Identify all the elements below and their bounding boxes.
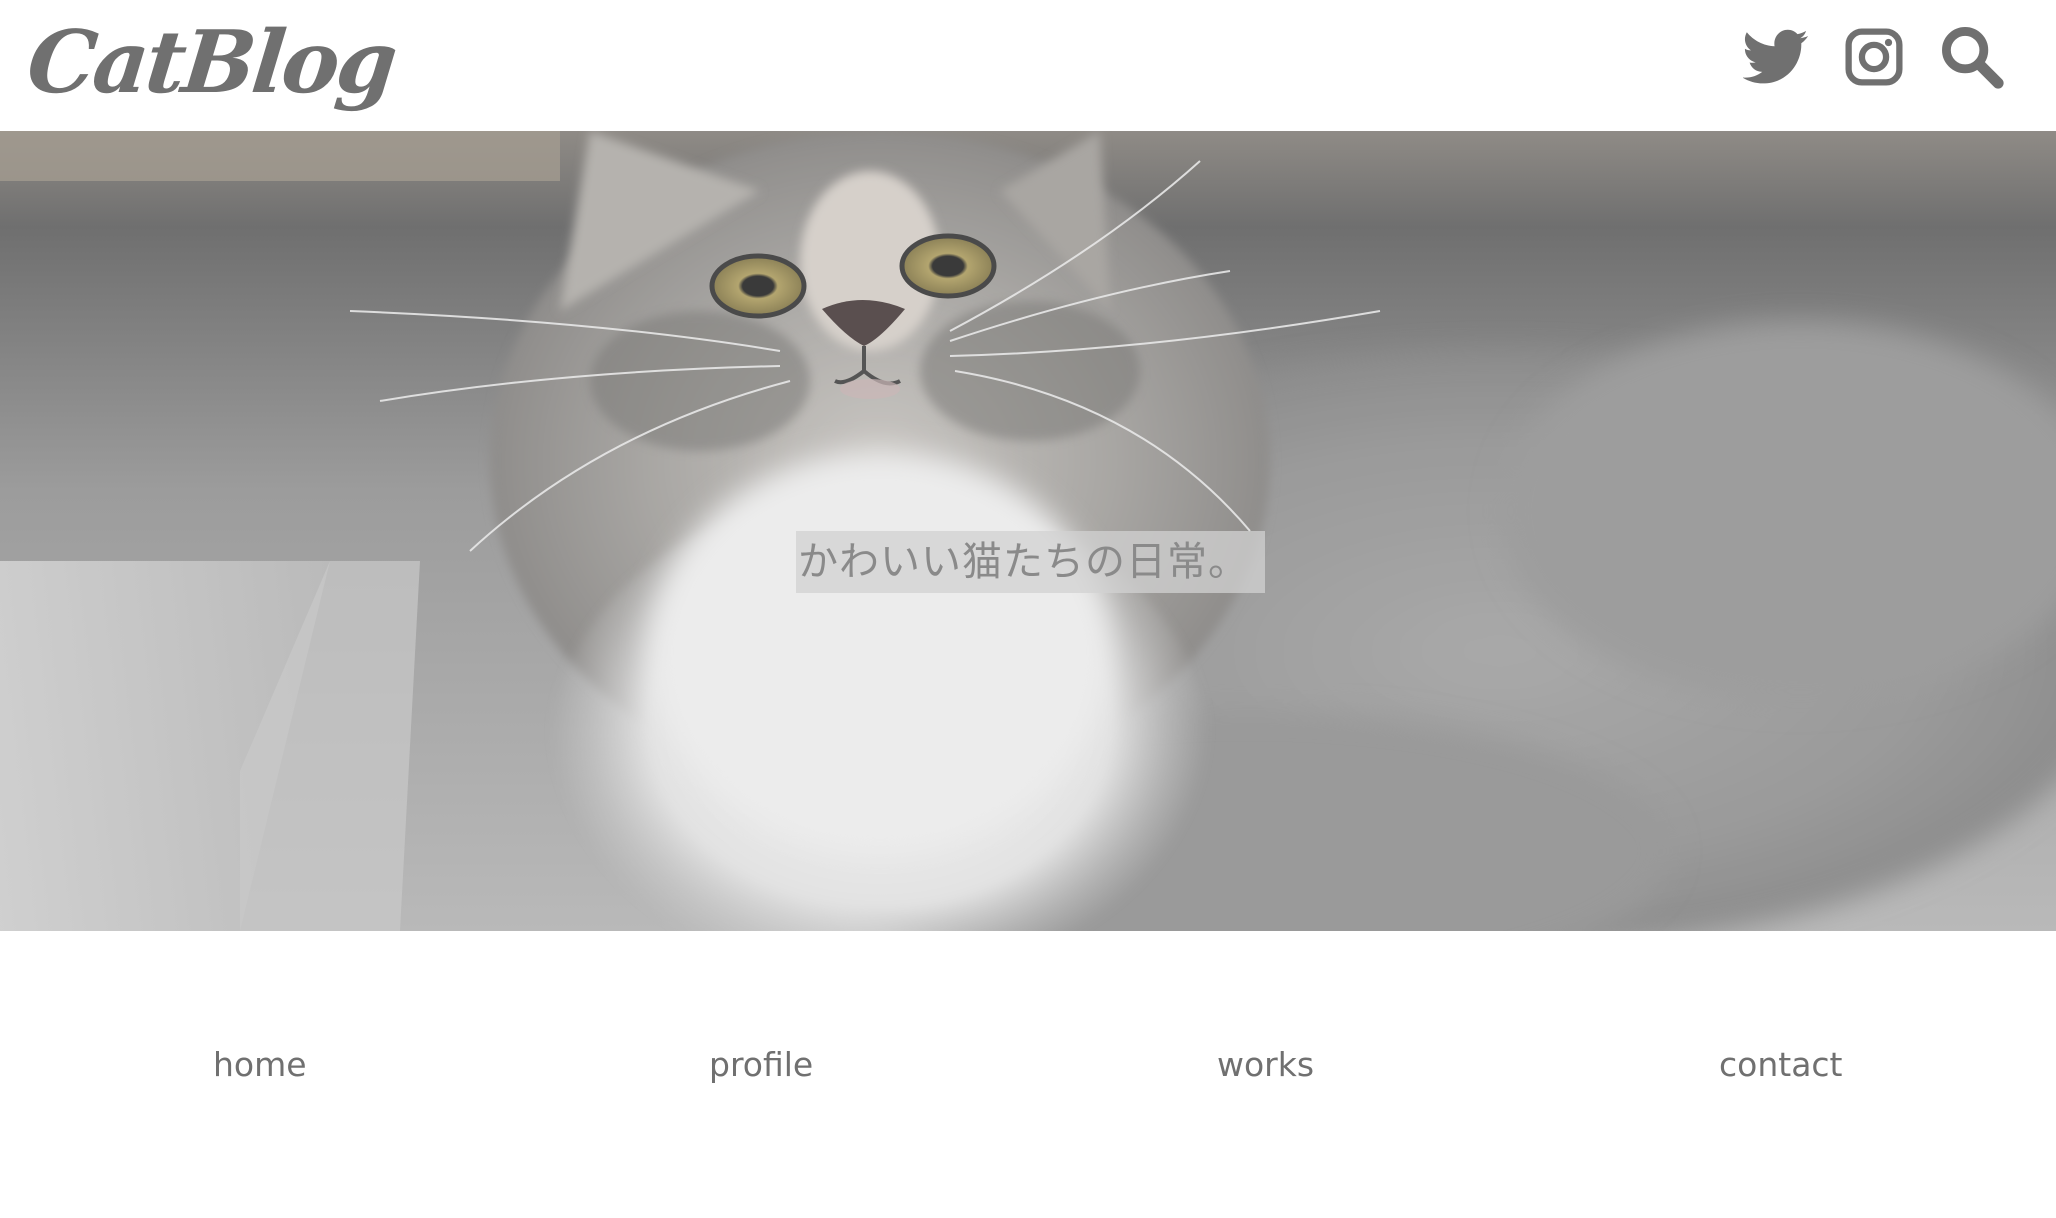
header-icon-group [1742,22,2006,92]
hero-banner: かわいい猫たちの日常。 [0,131,2056,931]
nav-item-works[interactable]: works [1217,1040,1314,1090]
page: CatBlog かわいい猫たちの日常。 home profile works c… [0,0,2056,1218]
nav-item-profile[interactable]: profile [709,1040,813,1090]
twitter-icon[interactable] [1742,23,1810,91]
instagram-icon[interactable] [1840,23,1908,91]
site-logo[interactable]: CatBlog [22,8,399,118]
nav-item-home[interactable]: home [213,1040,307,1090]
hero-caption: かわいい猫たちの日常。 [796,531,1265,593]
site-header: CatBlog [0,0,2056,131]
search-icon[interactable] [1938,23,2006,91]
nav-item-contact[interactable]: contact [1719,1040,1843,1090]
main-nav: home profile works contact [0,1010,2056,1130]
